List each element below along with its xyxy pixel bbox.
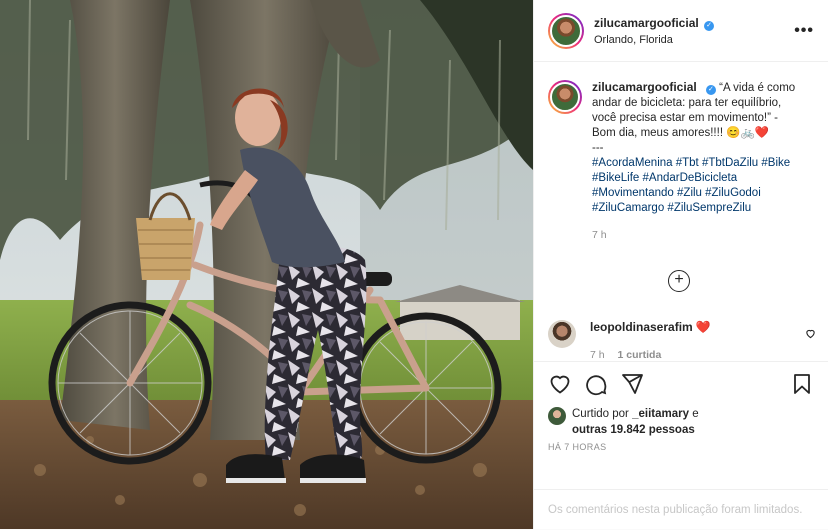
post-caption: zilucamargooficial ✓ “A vida é como anda… [548, 80, 814, 243]
commenter-username[interactable]: leopoldinaserafim [590, 320, 693, 334]
header-meta: zilucamargooficial ✓ Orlando, Florida [594, 16, 794, 46]
caption-avatar-image [550, 82, 580, 112]
comments-section: zilucamargooficial ✓ “A vida é como anda… [534, 62, 828, 361]
comment-bubble-icon[interactable] [584, 372, 608, 396]
load-more-comments-button[interactable]: + [668, 270, 690, 292]
liked-by: Curtido por _eiitamary e outras 19.842 p… [548, 406, 814, 438]
post-photo-illustration [0, 0, 533, 529]
comment-likes-count[interactable]: 1 curtida [618, 349, 662, 361]
liked-by-avatar[interactable] [548, 407, 566, 425]
caption-avatar[interactable] [548, 80, 582, 114]
comment-item: leopoldinaserafim ❤️ 7 h 1 curtida [548, 320, 816, 361]
post-timestamp[interactable]: HÁ 7 HORAS [548, 442, 814, 452]
post-actions: Curtido por _eiitamary e outras 19.842 p… [534, 361, 828, 489]
post-sidebar: zilucamargooficial ✓ Orlando, Florida ••… [533, 0, 828, 529]
verified-badge-icon: ✓ [705, 85, 716, 95]
post-location[interactable]: Orlando, Florida [594, 34, 794, 46]
comment-like-heart-icon[interactable] [805, 328, 816, 342]
verified-badge-icon: ✓ [704, 20, 715, 31]
caption-hashtags[interactable]: #AcordaMenina #Tbt #TbtDaZilu #Bike #Bik… [592, 156, 797, 216]
instagram-post: zilucamargooficial ✓ Orlando, Florida ••… [0, 0, 828, 529]
liked-by-others[interactable]: outras 19.842 pessoas [572, 424, 695, 436]
paper-plane-icon[interactable] [620, 372, 644, 396]
comment-meta: 7 h 1 curtida [590, 349, 816, 361]
comment-timestamp[interactable]: 7 h [590, 349, 605, 361]
action-icons [548, 370, 814, 398]
post-header: zilucamargooficial ✓ Orlando, Florida ••… [534, 0, 828, 62]
liked-by-prefix: Curtido por [572, 408, 629, 420]
caption-username[interactable]: zilucamargooficial [592, 80, 697, 94]
post-photo[interactable] [0, 0, 533, 529]
author-avatar[interactable] [548, 12, 584, 49]
liked-by-text: Curtido por _eiitamary e outras 19.842 p… [572, 406, 699, 438]
comment-text: ❤️ [695, 320, 711, 334]
comment-line: leopoldinaserafim ❤️ [590, 320, 816, 334]
caption-body: zilucamargooficial ✓ “A vida é como anda… [592, 80, 797, 243]
caption-timestamp[interactable]: 7 h [592, 228, 797, 243]
more-options-icon[interactable]: ••• [794, 22, 814, 40]
commenter-avatar[interactable] [548, 320, 576, 348]
comment-body: leopoldinaserafim ❤️ 7 h 1 curtida [590, 320, 816, 361]
comments-limited-notice: Os comentários nesta publicação foram li… [534, 489, 828, 529]
liked-by-user[interactable]: _eiitamary [632, 408, 689, 420]
author-avatar-image [550, 14, 582, 47]
author-username[interactable]: zilucamargooficial [594, 16, 699, 30]
heart-outline-icon[interactable] [548, 372, 572, 396]
caption-separator: --- [592, 142, 604, 154]
bookmark-icon[interactable] [790, 372, 814, 396]
liked-by-conjunction: e [692, 408, 699, 420]
